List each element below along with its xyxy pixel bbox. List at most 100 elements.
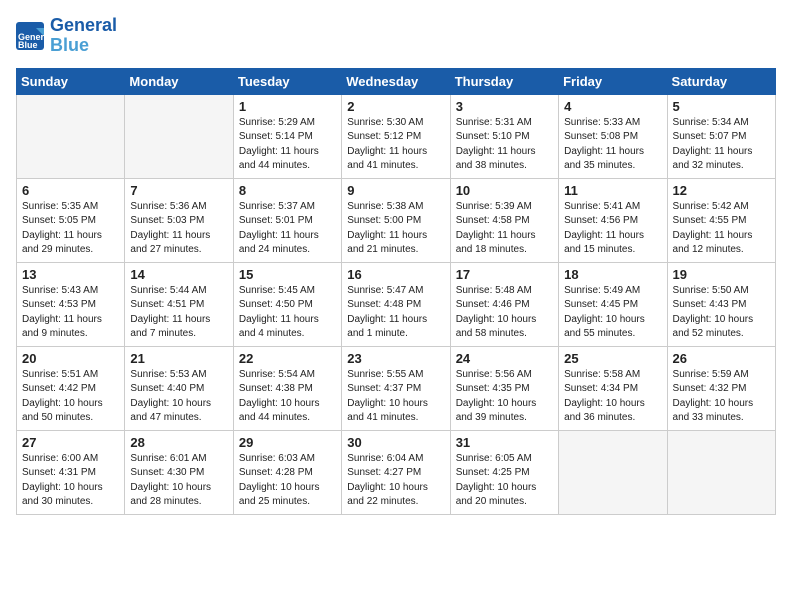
day-number: 15 <box>239 267 336 282</box>
weekday-header-friday: Friday <box>559 68 667 94</box>
week-row-4: 20 Sunrise: 5:51 AM Sunset: 4:42 PM Dayli… <box>17 346 776 430</box>
day-info: Sunrise: 6:00 AM Sunset: 4:31 PM Dayligh… <box>22 452 119 510</box>
day-info: Sunrise: 6:03 AM Sunset: 4:28 PM Dayligh… <box>239 452 336 510</box>
day-number: 8 <box>239 183 336 198</box>
day-number: 21 <box>130 351 227 366</box>
calendar-table: SundayMondayTuesdayWednesdayThursdayFrid… <box>16 68 776 515</box>
day-number: 10 <box>456 183 553 198</box>
day-number: 22 <box>239 351 336 366</box>
day-info: Sunrise: 5:37 AM Sunset: 5:01 PM Dayligh… <box>239 200 336 258</box>
calendar-cell: 10 Sunrise: 5:39 AM Sunset: 4:58 PM Dayli… <box>450 178 558 262</box>
day-info: Sunrise: 5:54 AM Sunset: 4:38 PM Dayligh… <box>239 368 336 426</box>
day-info: Sunrise: 5:41 AM Sunset: 4:56 PM Dayligh… <box>564 200 661 258</box>
day-info: Sunrise: 5:33 AM Sunset: 5:08 PM Dayligh… <box>564 116 661 174</box>
calendar-cell: 19 Sunrise: 5:50 AM Sunset: 4:43 PM Dayli… <box>667 262 775 346</box>
day-info: Sunrise: 5:36 AM Sunset: 5:03 PM Dayligh… <box>130 200 227 258</box>
calendar-cell: 25Sunrise: 5:58 AM Sunset: 4:34 PM Dayli… <box>559 346 667 430</box>
day-number: 13 <box>22 267 119 282</box>
day-number: 6 <box>22 183 119 198</box>
day-info: Sunrise: 5:38 AM Sunset: 5:00 PM Dayligh… <box>347 200 444 258</box>
day-number: 20 <box>22 351 119 366</box>
day-number: 30 <box>347 435 444 450</box>
calendar-cell: 12 Sunrise: 5:42 AM Sunset: 4:55 PM Dayli… <box>667 178 775 262</box>
day-number: 1 <box>239 99 336 114</box>
day-info: Sunrise: 5:58 AM Sunset: 4:34 PM Dayligh… <box>564 368 661 426</box>
calendar-cell: 30 Sunrise: 6:04 AM Sunset: 4:27 PM Dayli… <box>342 430 450 514</box>
day-info: Sunrise: 5:49 AM Sunset: 4:45 PM Dayligh… <box>564 284 661 342</box>
calendar-cell: 26 Sunrise: 5:59 AM Sunset: 4:32 PM Dayli… <box>667 346 775 430</box>
day-info: Sunrise: 5:50 AM Sunset: 4:43 PM Dayligh… <box>673 284 770 342</box>
calendar-cell: 20 Sunrise: 5:51 AM Sunset: 4:42 PM Dayli… <box>17 346 125 430</box>
logo-icon: General Blue <box>16 22 44 50</box>
week-row-3: 13Sunrise: 5:43 AM Sunset: 4:53 PM Dayli… <box>17 262 776 346</box>
calendar-cell: 29 Sunrise: 6:03 AM Sunset: 4:28 PM Dayli… <box>233 430 341 514</box>
calendar-cell <box>667 430 775 514</box>
day-info: Sunrise: 5:56 AM Sunset: 4:35 PM Dayligh… <box>456 368 553 426</box>
calendar-cell: 14 Sunrise: 5:44 AM Sunset: 4:51 PM Dayli… <box>125 262 233 346</box>
week-row-2: 6Sunrise: 5:35 AM Sunset: 5:05 PM Daylig… <box>17 178 776 262</box>
calendar-cell: 31 Sunrise: 6:05 AM Sunset: 4:25 PM Dayli… <box>450 430 558 514</box>
day-number: 5 <box>673 99 770 114</box>
day-info: Sunrise: 5:48 AM Sunset: 4:46 PM Dayligh… <box>456 284 553 342</box>
logo: General Blue GeneralBlue <box>16 16 117 56</box>
calendar-cell: 13Sunrise: 5:43 AM Sunset: 4:53 PM Dayli… <box>17 262 125 346</box>
day-number: 24 <box>456 351 553 366</box>
day-info: Sunrise: 5:29 AM Sunset: 5:14 PM Dayligh… <box>239 116 336 174</box>
day-number: 31 <box>456 435 553 450</box>
day-number: 12 <box>673 183 770 198</box>
day-info: Sunrise: 5:30 AM Sunset: 5:12 PM Dayligh… <box>347 116 444 174</box>
calendar-body: 1 Sunrise: 5:29 AM Sunset: 5:14 PM Daylig… <box>17 94 776 514</box>
calendar-cell <box>559 430 667 514</box>
calendar-cell: 2 Sunrise: 5:30 AM Sunset: 5:12 PM Daylig… <box>342 94 450 178</box>
calendar-cell: 6Sunrise: 5:35 AM Sunset: 5:05 PM Daylig… <box>17 178 125 262</box>
calendar-cell <box>125 94 233 178</box>
day-info: Sunrise: 5:42 AM Sunset: 4:55 PM Dayligh… <box>673 200 770 258</box>
calendar-cell: 9 Sunrise: 5:38 AM Sunset: 5:00 PM Daylig… <box>342 178 450 262</box>
day-info: Sunrise: 5:44 AM Sunset: 4:51 PM Dayligh… <box>130 284 227 342</box>
day-number: 26 <box>673 351 770 366</box>
calendar-cell: 3Sunrise: 5:31 AM Sunset: 5:10 PM Daylig… <box>450 94 558 178</box>
logo-text: GeneralBlue <box>50 16 117 56</box>
day-number: 7 <box>130 183 227 198</box>
weekday-header-wednesday: Wednesday <box>342 68 450 94</box>
week-row-1: 1 Sunrise: 5:29 AM Sunset: 5:14 PM Daylig… <box>17 94 776 178</box>
calendar-header: SundayMondayTuesdayWednesdayThursdayFrid… <box>17 68 776 94</box>
day-number: 9 <box>347 183 444 198</box>
day-number: 19 <box>673 267 770 282</box>
calendar-cell: 8 Sunrise: 5:37 AM Sunset: 5:01 PM Daylig… <box>233 178 341 262</box>
day-info: Sunrise: 6:05 AM Sunset: 4:25 PM Dayligh… <box>456 452 553 510</box>
week-row-5: 27 Sunrise: 6:00 AM Sunset: 4:31 PM Dayli… <box>17 430 776 514</box>
calendar-cell: 16Sunrise: 5:47 AM Sunset: 4:48 PM Dayli… <box>342 262 450 346</box>
weekday-header-monday: Monday <box>125 68 233 94</box>
weekday-header-tuesday: Tuesday <box>233 68 341 94</box>
day-info: Sunrise: 6:04 AM Sunset: 4:27 PM Dayligh… <box>347 452 444 510</box>
day-number: 14 <box>130 267 227 282</box>
day-info: Sunrise: 5:59 AM Sunset: 4:32 PM Dayligh… <box>673 368 770 426</box>
calendar-cell: 24 Sunrise: 5:56 AM Sunset: 4:35 PM Dayli… <box>450 346 558 430</box>
calendar-cell: 18 Sunrise: 5:49 AM Sunset: 4:45 PM Dayli… <box>559 262 667 346</box>
calendar-cell: 4 Sunrise: 5:33 AM Sunset: 5:08 PM Daylig… <box>559 94 667 178</box>
day-number: 18 <box>564 267 661 282</box>
day-number: 4 <box>564 99 661 114</box>
day-number: 29 <box>239 435 336 450</box>
calendar-cell: 23Sunrise: 5:55 AM Sunset: 4:37 PM Dayli… <box>342 346 450 430</box>
day-info: Sunrise: 5:51 AM Sunset: 4:42 PM Dayligh… <box>22 368 119 426</box>
day-number: 27 <box>22 435 119 450</box>
day-number: 2 <box>347 99 444 114</box>
day-info: Sunrise: 5:31 AM Sunset: 5:10 PM Dayligh… <box>456 116 553 174</box>
day-info: Sunrise: 5:47 AM Sunset: 4:48 PM Dayligh… <box>347 284 444 342</box>
weekday-header-thursday: Thursday <box>450 68 558 94</box>
day-number: 17 <box>456 267 553 282</box>
weekday-header-saturday: Saturday <box>667 68 775 94</box>
page-header: General Blue GeneralBlue <box>16 16 776 56</box>
day-info: Sunrise: 5:39 AM Sunset: 4:58 PM Dayligh… <box>456 200 553 258</box>
calendar-cell <box>17 94 125 178</box>
calendar-cell: 1 Sunrise: 5:29 AM Sunset: 5:14 PM Daylig… <box>233 94 341 178</box>
calendar-cell: 15Sunrise: 5:45 AM Sunset: 4:50 PM Dayli… <box>233 262 341 346</box>
day-number: 23 <box>347 351 444 366</box>
weekday-row: SundayMondayTuesdayWednesdayThursdayFrid… <box>17 68 776 94</box>
calendar-cell: 7 Sunrise: 5:36 AM Sunset: 5:03 PM Daylig… <box>125 178 233 262</box>
day-info: Sunrise: 6:01 AM Sunset: 4:30 PM Dayligh… <box>130 452 227 510</box>
calendar-cell: 27 Sunrise: 6:00 AM Sunset: 4:31 PM Dayli… <box>17 430 125 514</box>
day-number: 28 <box>130 435 227 450</box>
